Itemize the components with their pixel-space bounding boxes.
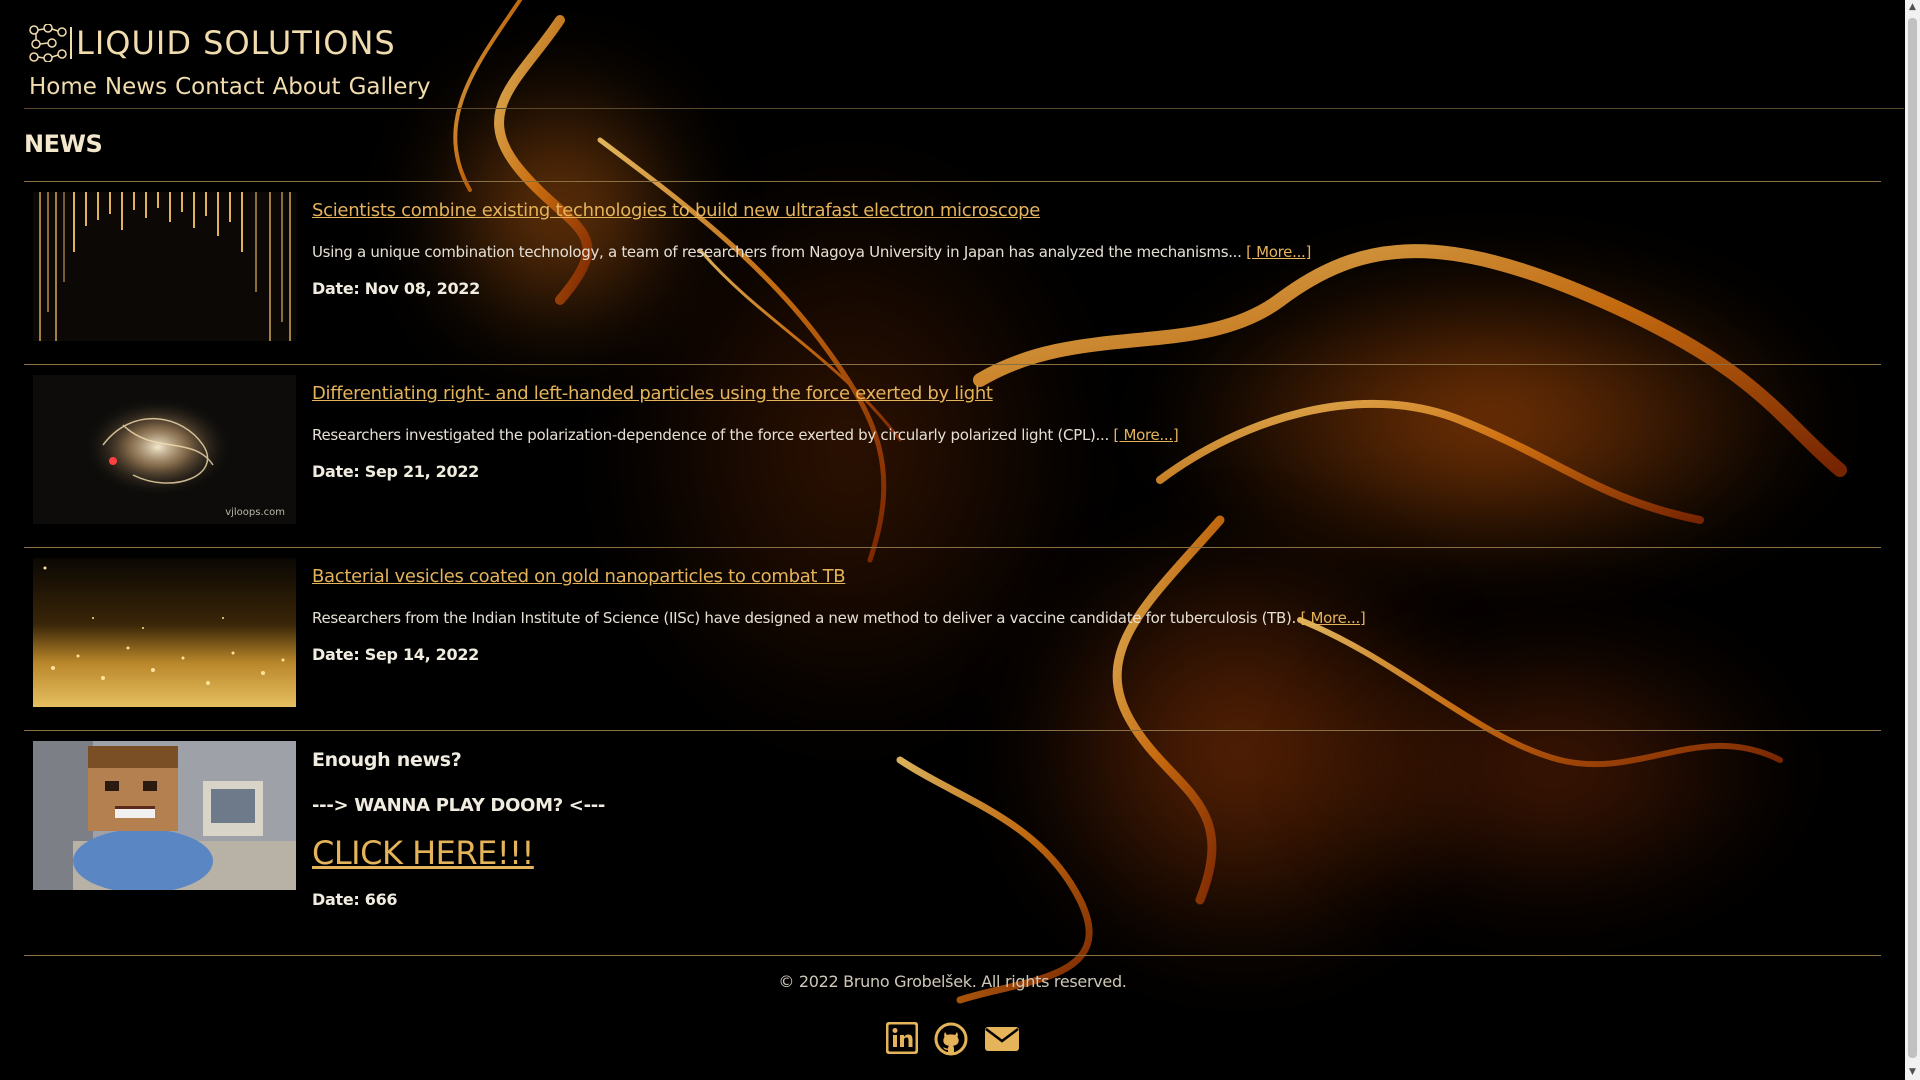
- golden-rain-image[interactable]: [33, 192, 296, 341]
- linkedin-icon[interactable]: [885, 1021, 919, 1060]
- scroll-up-icon[interactable]: ▲: [1905, 0, 1920, 15]
- news-title-link[interactable]: Scientists combine existing technologies…: [312, 200, 1040, 221]
- news-title-link[interactable]: Differentiating right- and left-handed p…: [312, 383, 993, 404]
- scroll-down-icon[interactable]: ▼: [1905, 1065, 1920, 1080]
- scrollbar-thumb[interactable]: [1908, 18, 1917, 1058]
- site-footer: © 2022 Bruno Grobelšek. All rights reser…: [24, 972, 1881, 1056]
- logo[interactable]: LIQUID SOLUTIONS: [28, 24, 396, 62]
- copyright-text: © 2022 Bruno Grobelšek. All rights reser…: [778, 972, 1127, 991]
- play-doom-link[interactable]: CLICK HERE!!!: [312, 834, 605, 872]
- news-content: Scientists combine existing technologies…: [312, 200, 1311, 298]
- news-date: Date: Sep 14, 2022: [312, 645, 479, 664]
- page: LIQUID SOLUTIONS Home News Contact About…: [24, 0, 1904, 1056]
- main-nav: Home News Contact About Gallery: [29, 74, 431, 100]
- doom-content: Enough news? ---> WANNA PLAY DOOM? <--- …: [312, 749, 605, 909]
- gold-glitter-image[interactable]: [33, 558, 296, 707]
- news-summary: Researchers investigated the polarizatio…: [312, 426, 1179, 444]
- news-date: Date: Nov 08, 2022: [312, 279, 480, 298]
- light-particles-image[interactable]: vjloops.com: [33, 375, 296, 524]
- news-summary: Researchers from the Indian Institute of…: [312, 609, 1366, 627]
- news-list: Scientists combine existing technologies…: [24, 181, 1881, 956]
- doom-date: Date: 666: [312, 890, 398, 909]
- nav-news[interactable]: News: [105, 74, 167, 100]
- doom-item: Enough news? ---> WANNA PLAY DOOM? <--- …: [24, 731, 1881, 956]
- news-item: vjloops.com Differentiating right- and l…: [24, 365, 1881, 548]
- nav-about[interactable]: About: [273, 74, 341, 100]
- news-content: Bacterial vesicles coated on gold nanopa…: [312, 566, 1366, 664]
- news-title-link[interactable]: Bacterial vesicles coated on gold nanopa…: [312, 566, 846, 587]
- github-icon[interactable]: [934, 1022, 968, 1060]
- more-link[interactable]: [ More...]: [1301, 609, 1366, 627]
- news-item: Scientists combine existing technologies…: [24, 182, 1881, 365]
- section-title: NEWS: [24, 130, 103, 158]
- news-content: Differentiating right- and left-handed p…: [312, 383, 1179, 481]
- doom-question: Enough news?: [312, 749, 462, 771]
- email-icon[interactable]: [984, 1022, 1020, 1060]
- news-summary-text: Researchers from the Indian Institute of…: [312, 609, 1297, 627]
- news-date: Date: Sep 21, 2022: [312, 462, 479, 481]
- nav-contact[interactable]: Contact: [175, 74, 264, 100]
- scrollbar[interactable]: ▲ ▼: [1905, 0, 1920, 1080]
- doom-wanna-text: ---> WANNA PLAY DOOM? <---: [312, 795, 606, 816]
- doom-guy-office-image[interactable]: [33, 741, 296, 890]
- social-links: [885, 1021, 1020, 1060]
- site-header: LIQUID SOLUTIONS Home News Contact About…: [24, 0, 1904, 109]
- nav-gallery[interactable]: Gallery: [349, 74, 431, 100]
- molecule-logo-icon: [29, 24, 67, 62]
- news-summary-text: Using a unique combination technology, a…: [312, 243, 1242, 261]
- more-link[interactable]: [ More...]: [1246, 243, 1311, 261]
- nav-home[interactable]: Home: [29, 74, 97, 100]
- more-link[interactable]: [ More...]: [1113, 426, 1178, 444]
- logo-divider: [70, 27, 72, 59]
- news-summary: Using a unique combination technology, a…: [312, 243, 1311, 261]
- news-item: Bacterial vesicles coated on gold nanopa…: [24, 548, 1881, 731]
- news-summary-text: Researchers investigated the polarizatio…: [312, 426, 1109, 444]
- thumbnail-watermark: vjloops.com: [225, 507, 285, 518]
- logo-text: LIQUID SOLUTIONS: [76, 24, 396, 62]
